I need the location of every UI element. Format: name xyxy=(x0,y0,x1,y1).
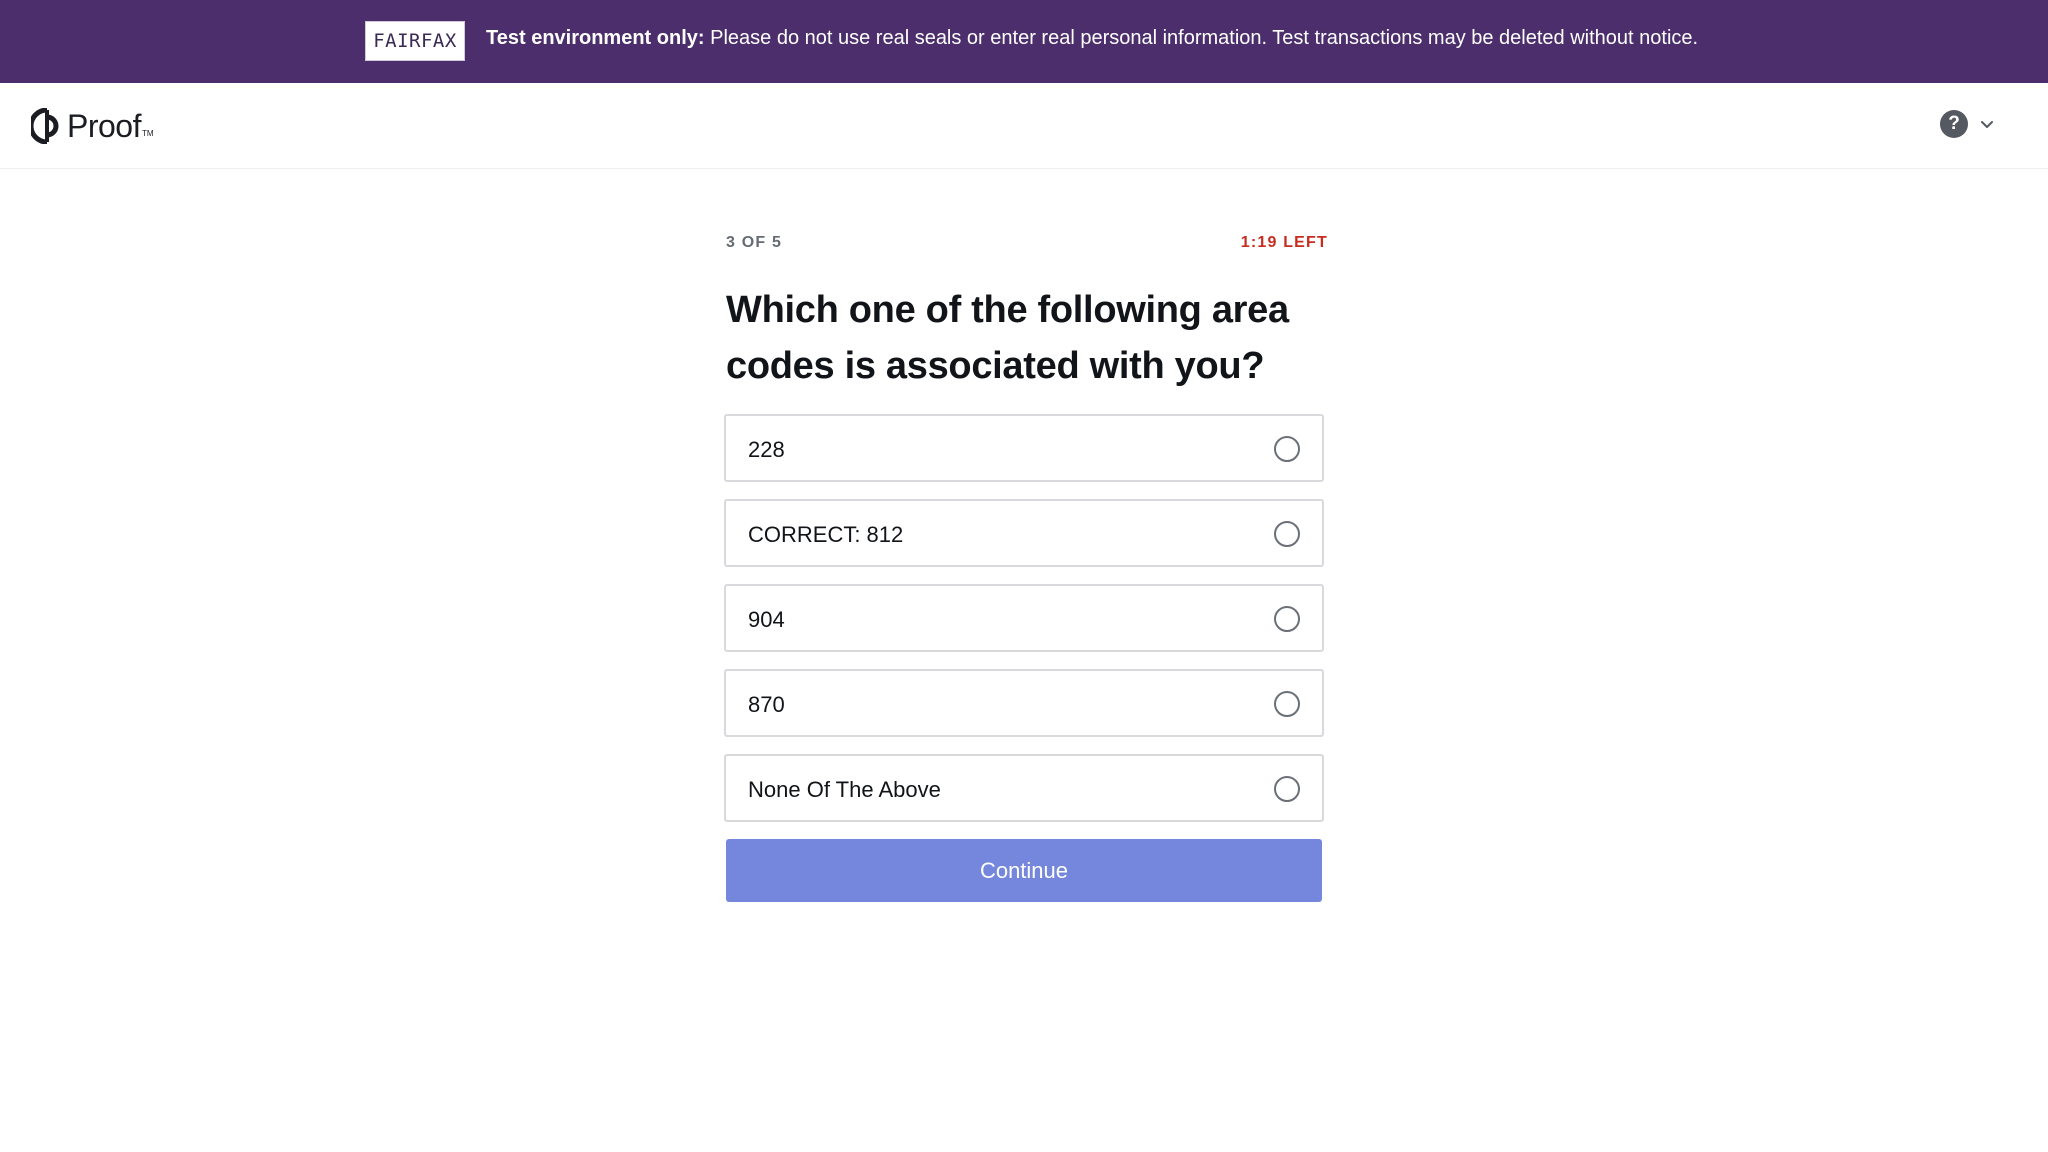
kba-quiz: 3 OF 5 1:19 LEFT Which one of the follow… xyxy=(724,230,1327,902)
answer-option-label: 870 xyxy=(748,692,785,717)
answer-option[interactable]: CORRECT: 812 xyxy=(724,499,1324,567)
banner-text: Please do not use real seals or enter re… xyxy=(710,27,1699,49)
question-progress: 3 OF 5 xyxy=(726,234,783,251)
banner-label: Test environment only: xyxy=(486,27,705,49)
answer-options: 228 CORRECT: 812 904 870 None Of The Abo… xyxy=(724,414,1324,822)
proof-logo-icon xyxy=(31,108,59,144)
answer-option-label: 228 xyxy=(748,437,785,462)
proof-logo[interactable]: Proof TM xyxy=(31,107,154,145)
radio-button[interactable] xyxy=(1274,691,1300,717)
answer-option[interactable]: 904 xyxy=(724,584,1324,652)
help-menu[interactable]: ? xyxy=(1940,110,1996,138)
answer-option-label: None Of The Above xyxy=(748,777,941,802)
answer-option[interactable]: 228 xyxy=(724,414,1324,482)
radio-button[interactable] xyxy=(1274,776,1300,802)
quiz-meta-row: 3 OF 5 1:19 LEFT xyxy=(724,230,1327,258)
radio-button[interactable] xyxy=(1274,436,1300,462)
answer-option-label: 904 xyxy=(748,607,785,632)
question-text: Which one of the following area codes is… xyxy=(726,289,1289,387)
answer-option-label: CORRECT: 812 xyxy=(748,522,904,547)
logo-wordmark: Proof xyxy=(67,108,141,144)
app-header: Proof TM ? xyxy=(0,83,2048,169)
test-environment-banner: FAIRFAX Test environment only: Please do… xyxy=(0,0,2048,83)
logo-trademark: TM xyxy=(141,129,154,138)
continue-button[interactable]: Continue xyxy=(726,839,1322,902)
answer-option[interactable]: 870 xyxy=(724,669,1324,737)
banner-message: Test environment only: Please do not use… xyxy=(486,27,1698,50)
answer-option[interactable]: None Of The Above xyxy=(724,754,1324,822)
time-remaining: 1:19 LEFT xyxy=(1240,234,1328,251)
environment-badge: FAIRFAX xyxy=(365,21,465,61)
radio-button[interactable] xyxy=(1274,606,1300,632)
question-mark-icon[interactable]: ? xyxy=(1940,110,1968,138)
radio-button[interactable] xyxy=(1274,521,1300,547)
chevron-down-icon[interactable] xyxy=(1978,115,1996,133)
